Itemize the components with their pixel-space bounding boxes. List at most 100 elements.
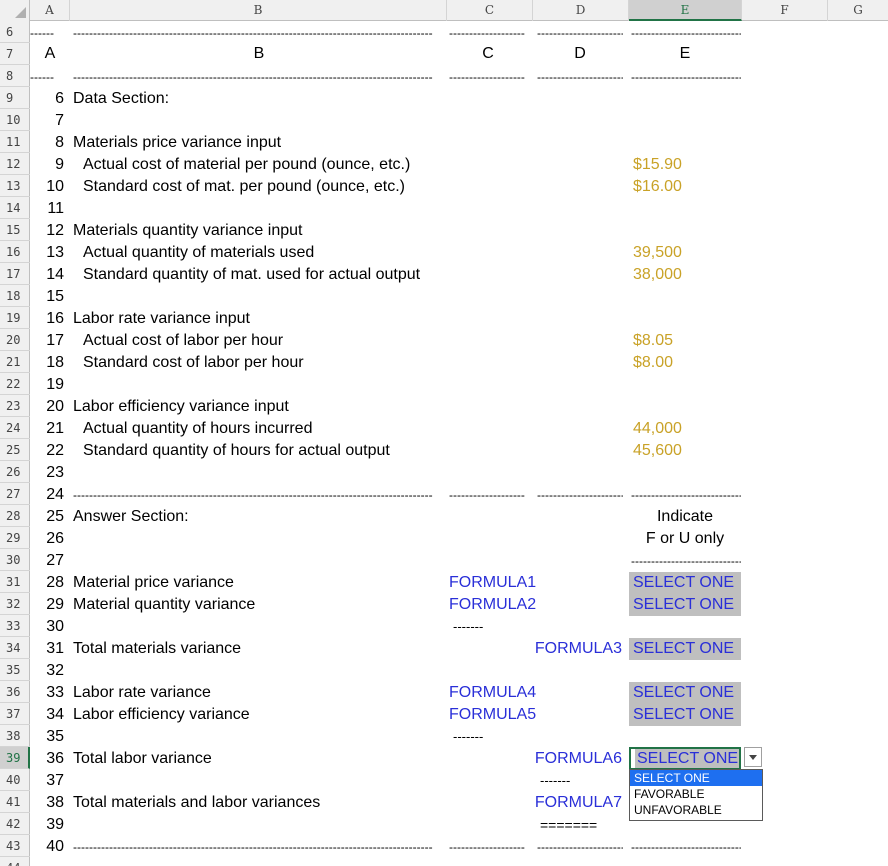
line-number-cell[interactable]: 40 xyxy=(30,836,64,858)
standard-qty-mat-value[interactable]: 38,000 xyxy=(629,264,741,286)
line-number-cell[interactable]: 15 xyxy=(30,286,64,308)
formula2-cell[interactable]: FORMULA2 xyxy=(449,594,535,616)
line-number-cell[interactable]: 37 xyxy=(30,770,64,792)
standard-hours-label[interactable]: Standard quantity of hours for actual ou… xyxy=(83,440,390,462)
line-number-cell[interactable]: 26 xyxy=(30,528,64,550)
standard-hours-value[interactable]: 45,600 xyxy=(629,440,741,462)
total-mat-variance-label[interactable]: Total materials variance xyxy=(73,638,241,660)
data-section-title[interactable]: Data Section: xyxy=(73,88,169,110)
line-number-cell[interactable]: 13 xyxy=(30,242,64,264)
line-number-cell[interactable]: 12 xyxy=(30,220,64,242)
line-number-cell[interactable]: 17 xyxy=(30,330,64,352)
formula3-cell[interactable]: FORMULA3 xyxy=(533,638,629,660)
row-header-34[interactable]: 34 xyxy=(0,637,30,659)
line-number-cell[interactable]: 10 xyxy=(30,176,64,198)
formula4-cell[interactable]: FORMULA4 xyxy=(449,682,535,704)
actual-hours-value[interactable]: 44,000 xyxy=(629,418,741,440)
row-header-8[interactable]: 8 xyxy=(0,65,30,87)
standard-cost-mat-value[interactable]: $16.00 xyxy=(629,176,741,198)
row-header-19[interactable]: 19 xyxy=(0,307,30,329)
row-header-35[interactable]: 35 xyxy=(0,659,30,681)
line-number-cell[interactable]: 34 xyxy=(30,704,64,726)
actual-cost-mat-value[interactable]: $15.90 xyxy=(629,154,741,176)
row-header-39[interactable]: 39 xyxy=(0,747,30,769)
row-header-27[interactable]: 27 xyxy=(0,483,30,505)
row-header-11[interactable]: 11 xyxy=(0,131,30,153)
row-header-31[interactable]: 31 xyxy=(0,571,30,593)
dropdown-option-select-one[interactable]: SELECT ONE xyxy=(630,770,762,786)
row-header-14[interactable]: 14 xyxy=(0,197,30,219)
line-number-cell[interactable]: 11 xyxy=(30,198,64,220)
header-a[interactable]: A xyxy=(30,43,70,65)
line-number-cell[interactable]: 39 xyxy=(30,814,64,836)
line-number-cell[interactable]: 8 xyxy=(30,132,64,154)
line-number-cell[interactable]: 29 xyxy=(30,594,64,616)
answer-section-title[interactable]: Answer Section: xyxy=(73,506,189,528)
row-header-17[interactable]: 17 xyxy=(0,263,30,285)
total-labor-select[interactable]: SELECT ONE xyxy=(629,747,741,770)
row-header-10[interactable]: 10 xyxy=(0,109,30,131)
line-number-cell[interactable]: 31 xyxy=(30,638,64,660)
line-number-cell[interactable]: 23 xyxy=(30,462,64,484)
line-number-cell[interactable]: 33 xyxy=(30,682,64,704)
formula7-cell[interactable]: FORMULA7 xyxy=(533,792,629,814)
mat-price-variance-label[interactable]: Material price variance xyxy=(73,572,234,594)
line-number-cell[interactable]: 9 xyxy=(30,154,64,176)
row-header-15[interactable]: 15 xyxy=(0,219,30,241)
column-header-e[interactable]: E xyxy=(629,0,742,21)
formula5-cell[interactable]: FORMULA5 xyxy=(449,704,535,726)
row-header-12[interactable]: 12 xyxy=(0,153,30,175)
total-labor-variance-label[interactable]: Total labor variance xyxy=(73,748,212,770)
row-header-43[interactable]: 43 xyxy=(0,835,30,857)
line-number-cell[interactable]: 35 xyxy=(30,726,64,748)
formula6-cell[interactable]: FORMULA6 xyxy=(533,748,629,770)
line-number-cell[interactable]: 28 xyxy=(30,572,64,594)
header-c[interactable]: C xyxy=(447,43,529,65)
labor-rate-title[interactable]: Labor rate variance input xyxy=(73,308,250,330)
standard-cost-mat-label[interactable]: Standard cost of mat. per pound (ounce, … xyxy=(83,176,405,198)
line-number-cell[interactable]: 24 xyxy=(30,484,64,506)
row-header-33[interactable]: 33 xyxy=(0,615,30,637)
mat-price-title[interactable]: Materials price variance input xyxy=(73,132,281,154)
row-header-26[interactable]: 26 xyxy=(0,461,30,483)
mat-qty-title[interactable]: Materials quantity variance input xyxy=(73,220,302,242)
row-header-38[interactable]: 38 xyxy=(0,725,30,747)
mat-qty-select[interactable]: SELECT ONE xyxy=(629,594,741,616)
labor-rate-variance-label[interactable]: Labor rate variance xyxy=(73,682,211,704)
dropdown-arrow-button[interactable] xyxy=(744,747,762,767)
column-header-b[interactable]: B xyxy=(70,0,447,21)
actual-hours-label[interactable]: Actual quantity of hours incurred xyxy=(83,418,312,440)
mat-price-select[interactable]: SELECT ONE xyxy=(629,572,741,594)
row-header-41[interactable]: 41 xyxy=(0,791,30,813)
actual-cost-labor-value[interactable]: $8.05 xyxy=(629,330,741,352)
header-d[interactable]: D xyxy=(535,43,625,65)
row-header-32[interactable]: 32 xyxy=(0,593,30,615)
actual-cost-mat-label[interactable]: Actual cost of material per pound (ounce… xyxy=(83,154,410,176)
column-header-a[interactable]: A xyxy=(30,0,70,21)
row-header-9[interactable]: 9 xyxy=(0,87,30,109)
row-header-29[interactable]: 29 xyxy=(0,527,30,549)
row-header-44[interactable]: 44 xyxy=(0,857,30,866)
header-b[interactable]: B xyxy=(73,43,445,65)
row-header-42[interactable]: 42 xyxy=(0,813,30,835)
actual-qty-mat-label[interactable]: Actual quantity of materials used xyxy=(83,242,314,264)
row-header-23[interactable]: 23 xyxy=(0,395,30,417)
line-number-cell[interactable]: 22 xyxy=(30,440,64,462)
line-number-cell[interactable]: 38 xyxy=(30,792,64,814)
row-header-13[interactable]: 13 xyxy=(0,175,30,197)
indicate-note-line1[interactable]: Indicate xyxy=(629,506,741,528)
row-header-25[interactable]: 25 xyxy=(0,439,30,461)
labor-eff-select[interactable]: SELECT ONE xyxy=(629,704,741,726)
row-header-30[interactable]: 30 xyxy=(0,549,30,571)
column-header-g[interactable]: G xyxy=(828,0,888,21)
indicate-note-line2[interactable]: F or U only xyxy=(629,528,741,550)
line-number-cell[interactable]: 32 xyxy=(30,660,64,682)
standard-cost-labor-label[interactable]: Standard cost of labor per hour xyxy=(83,352,304,374)
line-number-cell[interactable]: 27 xyxy=(30,550,64,572)
line-number-cell[interactable]: 20 xyxy=(30,396,64,418)
row-header-40[interactable]: 40 xyxy=(0,769,30,791)
row-header-28[interactable]: 28 xyxy=(0,505,30,527)
dropdown-option-favorable[interactable]: FAVORABLE xyxy=(630,786,762,802)
row-header-7[interactable]: 7 xyxy=(0,43,30,65)
actual-cost-labor-label[interactable]: Actual cost of labor per hour xyxy=(83,330,283,352)
